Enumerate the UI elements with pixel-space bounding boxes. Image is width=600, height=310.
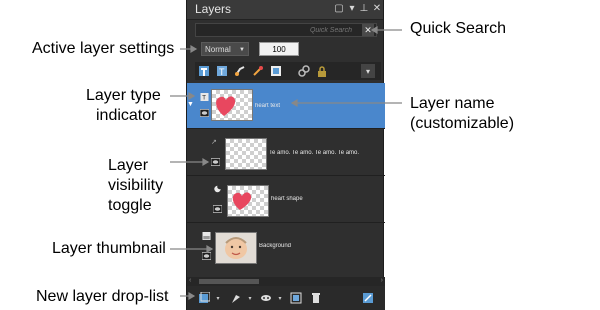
callout-new-layer: New layer drop-list xyxy=(36,288,169,305)
callout-visibility-line2: visibility xyxy=(108,177,164,194)
callout-visibility-line1: Layer xyxy=(108,157,149,174)
callout-layer-type-line1: Layer type xyxy=(86,87,161,104)
callout-quick-search: Quick Search xyxy=(410,20,507,37)
callout-layer-thumbnail: Layer thumbnail xyxy=(52,240,166,257)
callout-visibility-line3: toggle xyxy=(108,197,152,214)
callout-active-layer-settings: Active layer settings xyxy=(32,40,175,57)
callout-layer-type-line2: indicator xyxy=(96,107,157,124)
callout-layer-name-line2: (customizable) xyxy=(410,115,515,132)
callout-layer-name-line1: Layer name xyxy=(410,95,495,112)
